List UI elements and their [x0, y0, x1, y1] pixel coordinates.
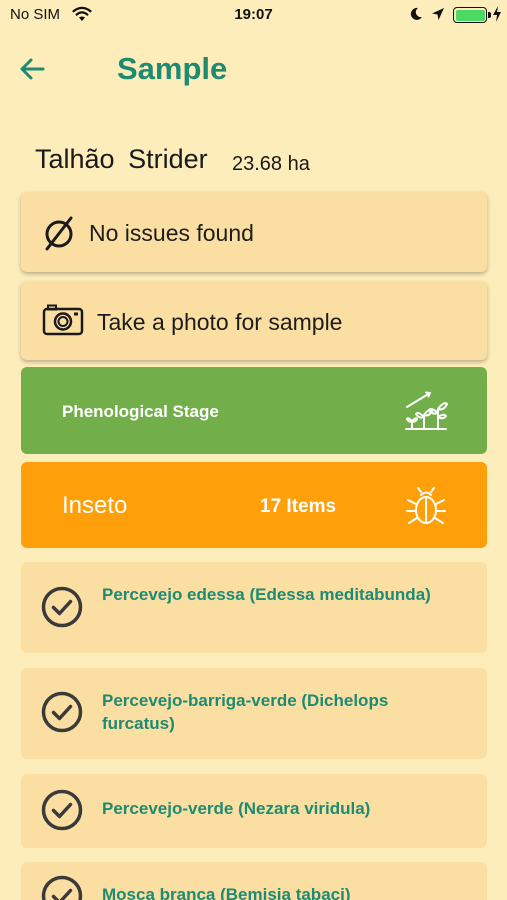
- category-count: 17 Items: [260, 496, 337, 517]
- phenological-stage-label: Phenological Stage: [62, 402, 219, 421]
- page-title: Sample: [117, 51, 228, 86]
- status-bar: No SIM 19:07: [0, 0, 507, 30]
- no-issues-label: No issues found: [89, 220, 254, 246]
- field-name: Talhão Strider: [35, 144, 208, 174]
- back-button[interactable]: [16, 52, 50, 86]
- no-issues-button[interactable]: No issues found: [21, 192, 487, 272]
- take-photo-button[interactable]: Take a photo for sample: [21, 281, 487, 360]
- take-photo-label: Take a photo for sample: [97, 309, 343, 335]
- check-circle-icon: [41, 789, 83, 831]
- list-item-label: Percevejo-barriga-verde (Dichelops furca…: [102, 691, 389, 733]
- arrow-left-icon: [20, 58, 45, 80]
- bug-icon: [406, 487, 446, 524]
- battery-icon: [453, 7, 487, 23]
- empty-set-icon: [45, 216, 73, 251]
- location-arrow-icon: [432, 8, 444, 20]
- battery-tip: [488, 12, 491, 18]
- check-circle-icon: [41, 691, 83, 733]
- list-item[interactable]: Percevejo-barriga-verde (Dichelops furca…: [21, 668, 487, 759]
- list-item[interactable]: Percevejo edessa (Edessa meditabunda): [21, 562, 487, 653]
- category-inseto-header[interactable]: Inseto 17 Items: [21, 462, 487, 548]
- list-item-label: Percevejo-verde (Nezara viridula): [102, 799, 371, 818]
- list-item[interactable]: Percevejo-verde (Nezara viridula): [21, 774, 487, 848]
- phenological-stage-button[interactable]: Phenological Stage: [21, 367, 487, 454]
- charging-icon: [493, 6, 501, 22]
- list-item-label: Percevejo edessa (Edessa meditabunda): [102, 585, 431, 604]
- category-label: Inseto: [62, 492, 128, 519]
- check-circle-icon: [41, 875, 83, 900]
- camera-icon: [42, 304, 84, 336]
- field-area: 23.68 ha: [232, 153, 310, 175]
- plant-growth-icon: [405, 391, 448, 430]
- moon-icon: [410, 7, 422, 20]
- check-circle-icon: [41, 586, 83, 628]
- list-item-label: Mosca branca (Bemisia tabaci): [102, 885, 351, 900]
- list-item[interactable]: Mosca branca (Bemisia tabaci): [21, 862, 487, 900]
